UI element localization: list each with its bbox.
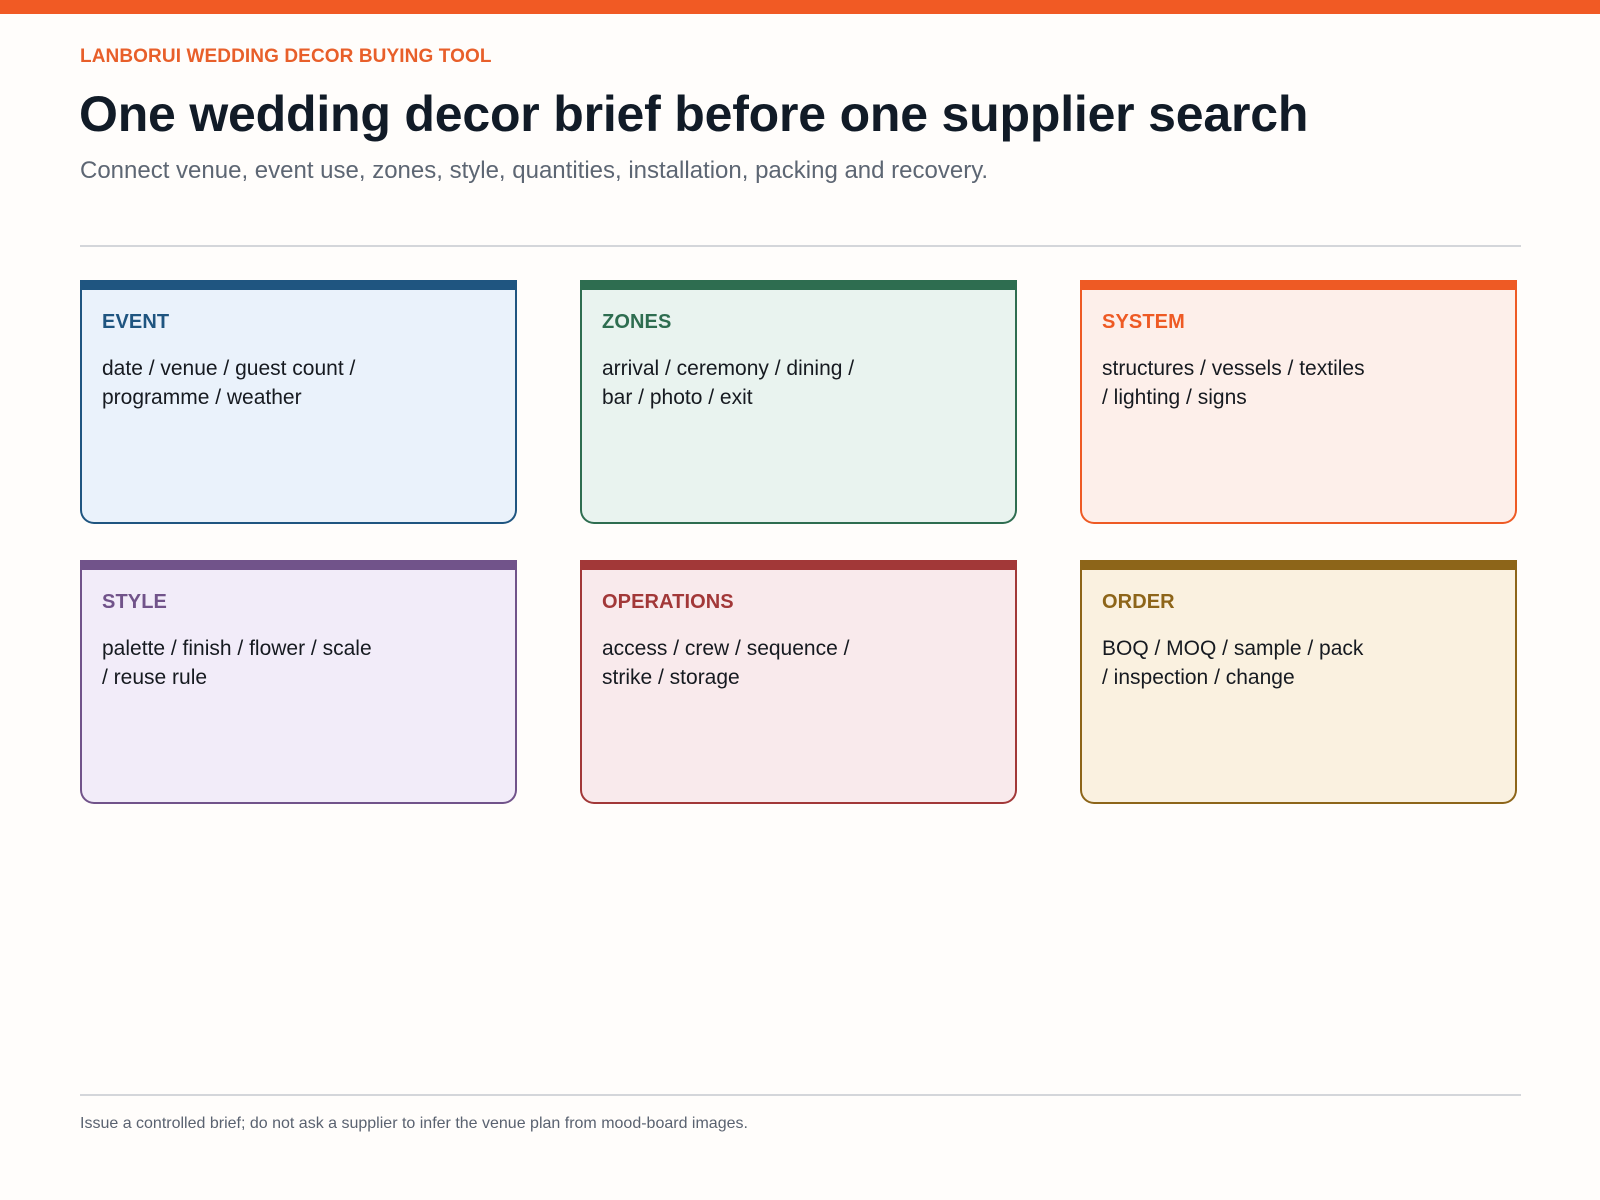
card-event-label: EVENT <box>102 311 170 333</box>
footer-note: Issue a controlled brief; do not ask a s… <box>80 1115 748 1132</box>
brand-eyebrow: LANBORUI WEDDING DECOR BUYING TOOL <box>80 46 492 67</box>
card-event: EVENT date / venue / guest count / progr… <box>80 280 517 524</box>
card-system: SYSTEM structures / vessels / textiles /… <box>1080 280 1517 524</box>
card-order-text: BOQ / MOQ / sample / pack / inspection /… <box>1102 637 1364 689</box>
card-operations-label: OPERATIONS <box>602 591 734 613</box>
card-style: STYLE palette / finish / flower / scale … <box>80 560 517 804</box>
footer-divider <box>80 1094 1521 1096</box>
card-operations: OPERATIONS access / crew / sequence / st… <box>580 560 1017 804</box>
card-event-text: date / venue / guest count / programme /… <box>102 357 356 409</box>
page-title: One wedding decor brief before one suppl… <box>79 86 1309 142</box>
page-subtitle: Connect venue, event use, zones, style, … <box>80 157 989 184</box>
card-style-text: palette / finish / flower / scale / reus… <box>102 637 372 689</box>
card-zones-label: ZONES <box>602 311 672 333</box>
card-zones-text: arrival / ceremony / dining / bar / phot… <box>602 357 855 409</box>
card-system-text: structures / vessels / textiles / lighti… <box>1102 357 1365 409</box>
top-accent-bar <box>0 0 1600 14</box>
card-system-label: SYSTEM <box>1102 311 1185 333</box>
card-order-label: ORDER <box>1102 591 1175 613</box>
card-order: ORDER BOQ / MOQ / sample / pack / inspec… <box>1080 560 1517 804</box>
card-style-label: STYLE <box>102 591 167 613</box>
card-zones: ZONES arrival / ceremony / dining / bar … <box>580 280 1017 524</box>
header-divider <box>80 245 1521 247</box>
card-operations-text: access / crew / sequence / strike / stor… <box>602 637 850 689</box>
